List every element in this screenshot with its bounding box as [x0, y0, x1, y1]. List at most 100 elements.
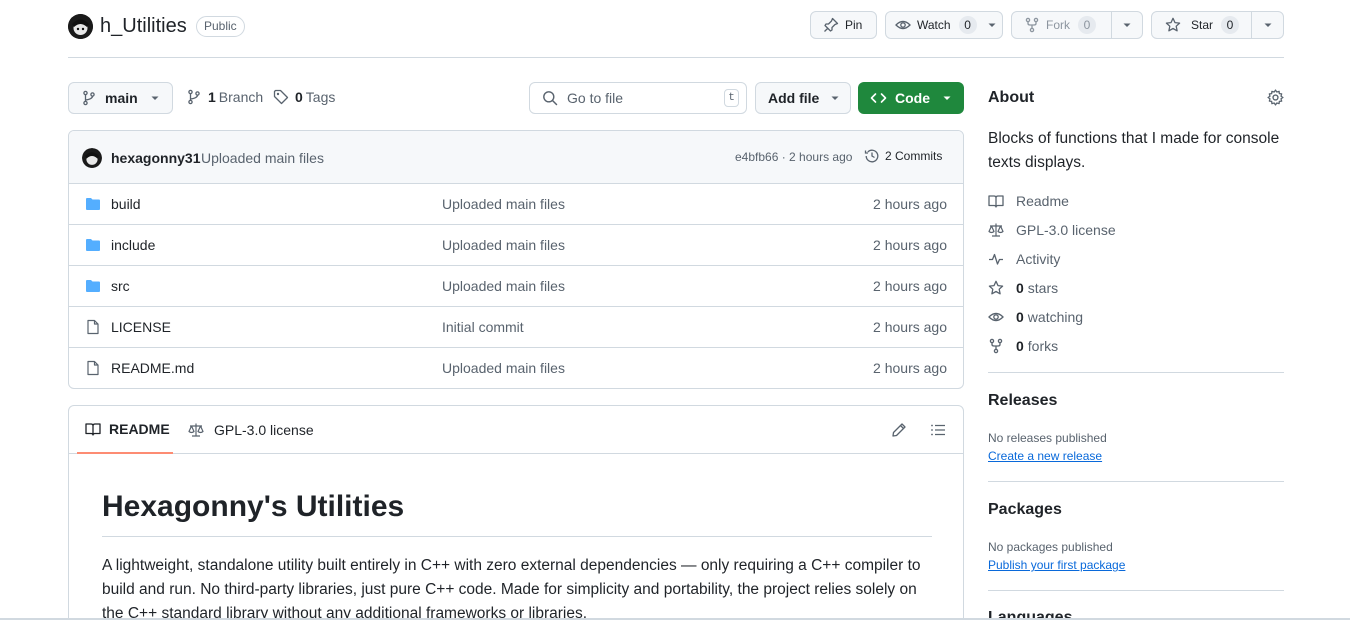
file-name[interactable]: README.md: [111, 360, 194, 376]
gear-icon[interactable]: [1267, 89, 1284, 106]
repo-owner-avatar[interactable]: [68, 14, 93, 39]
license-link-label: GPL-3.0 license: [1016, 222, 1116, 238]
folder-icon: [85, 196, 101, 212]
book-icon: [988, 193, 1004, 209]
file-commit-message[interactable]: Uploaded main files: [442, 360, 565, 376]
tab-readme[interactable]: README: [77, 406, 173, 454]
pulse-icon: [988, 251, 1004, 267]
license-link[interactable]: GPL-3.0 license: [988, 220, 1116, 240]
readme-link-label: Readme: [1016, 193, 1069, 209]
fork-counter: 0: [1078, 16, 1096, 34]
file-time: 2 hours ago: [873, 237, 947, 253]
about-heading: About: [988, 89, 1035, 106]
file-commit-message[interactable]: Initial commit: [442, 319, 524, 335]
publish-package-link[interactable]: Publish your first package: [988, 558, 1125, 572]
commit-sha-time[interactable]: e4bfb66 · 2 hours ago: [735, 150, 852, 164]
history-icon: [864, 148, 880, 164]
readme-paragraph: A lightweight, standalone utility built …: [102, 557, 921, 620]
create-release-link[interactable]: Create a new release: [988, 449, 1102, 463]
pin-button[interactable]: Pin: [810, 11, 877, 39]
branch-selector[interactable]: main: [68, 82, 173, 114]
star-icon: [1165, 17, 1181, 33]
star-counter: 0: [1221, 16, 1240, 34]
stars-count: 0: [1016, 280, 1024, 296]
tab-license[interactable]: GPL-3.0 license: [188, 406, 314, 454]
tags-count: 0: [295, 89, 303, 105]
tab-readme-label: README: [109, 421, 170, 437]
fork-label: Fork: [1046, 18, 1070, 32]
commits-link[interactable]: 2 Commits: [864, 148, 942, 164]
chevron-down-icon[interactable]: [1122, 20, 1132, 30]
code-icon: [870, 90, 887, 106]
file-icon: [85, 319, 101, 335]
stars-link[interactable]: 0 stars: [988, 278, 1058, 298]
chevron-down-icon[interactable]: [987, 20, 997, 30]
forks-link[interactable]: 0 forks: [988, 336, 1058, 356]
watching-link[interactable]: 0 watching: [988, 307, 1083, 327]
readme-panel: README GPL-3.0 license Hexagonny's Utili…: [68, 405, 964, 620]
file-row[interactable]: src Uploaded main files 2 hours ago: [69, 266, 963, 307]
fork-icon: [1024, 17, 1040, 33]
pencil-icon[interactable]: [891, 422, 907, 438]
file-row[interactable]: README.md Uploaded main files 2 hours ag…: [69, 348, 963, 388]
branches-link[interactable]: 1 Branch: [186, 89, 263, 105]
go-to-file-input[interactable]: Go to file t: [529, 82, 747, 114]
chevron-down-icon[interactable]: [1263, 20, 1273, 30]
file-commit-message[interactable]: Uploaded main files: [442, 278, 565, 294]
star-icon: [988, 280, 1004, 296]
file-row[interactable]: include Uploaded main files 2 hours ago: [69, 225, 963, 266]
readme-title: Hexagonny's Utilities: [102, 490, 405, 523]
activity-link-label: Activity: [1016, 251, 1061, 267]
watching-label: watching: [1027, 309, 1084, 325]
book-icon: [85, 421, 101, 437]
star-button[interactable]: Star 0: [1151, 11, 1284, 39]
visibility-badge: Public: [196, 16, 245, 37]
releases-empty-text: No releases published: [988, 431, 1107, 445]
repo-name[interactable]: h_Utilities: [100, 15, 187, 38]
chevron-down-icon: [830, 93, 840, 103]
file-commit-message[interactable]: Uploaded main files: [442, 237, 565, 253]
eye-icon: [988, 309, 1004, 325]
file-name[interactable]: src: [111, 278, 130, 294]
chevron-down-icon: [942, 93, 952, 103]
forks-count: 0: [1016, 338, 1024, 354]
commit-message[interactable]: Uploaded main files: [201, 150, 324, 166]
add-file-button[interactable]: Add file: [755, 82, 851, 114]
file-browser: hexagonny31 Uploaded main files e4bfb66 …: [68, 130, 964, 389]
readme-tabbar: README GPL-3.0 license: [69, 406, 963, 454]
file-time: 2 hours ago: [873, 360, 947, 376]
releases-heading[interactable]: Releases: [988, 392, 1057, 410]
file-name[interactable]: include: [111, 237, 155, 253]
file-name[interactable]: LICENSE: [111, 319, 171, 335]
pin-icon: [823, 17, 839, 33]
latest-commit-bar: hexagonny31 Uploaded main files e4bfb66 …: [69, 131, 963, 184]
watching-count: 0: [1016, 309, 1024, 325]
watch-label: Watch: [917, 18, 951, 32]
fork-button[interactable]: Fork 0: [1011, 11, 1143, 39]
code-button[interactable]: Code: [858, 82, 964, 114]
go-to-file-placeholder: Go to file: [567, 90, 624, 106]
activity-link[interactable]: Activity: [988, 249, 1060, 269]
outline-list-icon[interactable]: [930, 422, 946, 438]
tags-link[interactable]: 0 Tags: [273, 89, 335, 105]
watch-button[interactable]: Watch 0: [885, 11, 1003, 39]
sidebar-divider: [988, 372, 1284, 373]
commit-author[interactable]: hexagonny31: [111, 150, 200, 166]
fork-icon: [988, 338, 1004, 354]
readme-link[interactable]: Readme: [988, 191, 1069, 211]
file-row[interactable]: LICENSE Initial commit 2 hours ago: [69, 307, 963, 348]
file-name[interactable]: build: [111, 196, 141, 212]
sidebar-divider: [988, 590, 1284, 591]
file-icon: [85, 360, 101, 376]
file-row[interactable]: build Uploaded main files 2 hours ago: [69, 184, 963, 225]
law-icon: [988, 222, 1004, 238]
branches-label: Branch: [218, 89, 264, 105]
star-label: Star: [1191, 18, 1214, 32]
file-commit-message[interactable]: Uploaded main files: [442, 196, 565, 212]
author-avatar[interactable]: [82, 148, 102, 168]
code-label: Code: [895, 90, 930, 106]
about-description: Blocks of functions that I made for cons…: [988, 130, 1280, 171]
packages-heading[interactable]: Packages: [988, 501, 1062, 519]
branch-name: main: [105, 90, 138, 106]
pin-label: Pin: [845, 18, 863, 32]
